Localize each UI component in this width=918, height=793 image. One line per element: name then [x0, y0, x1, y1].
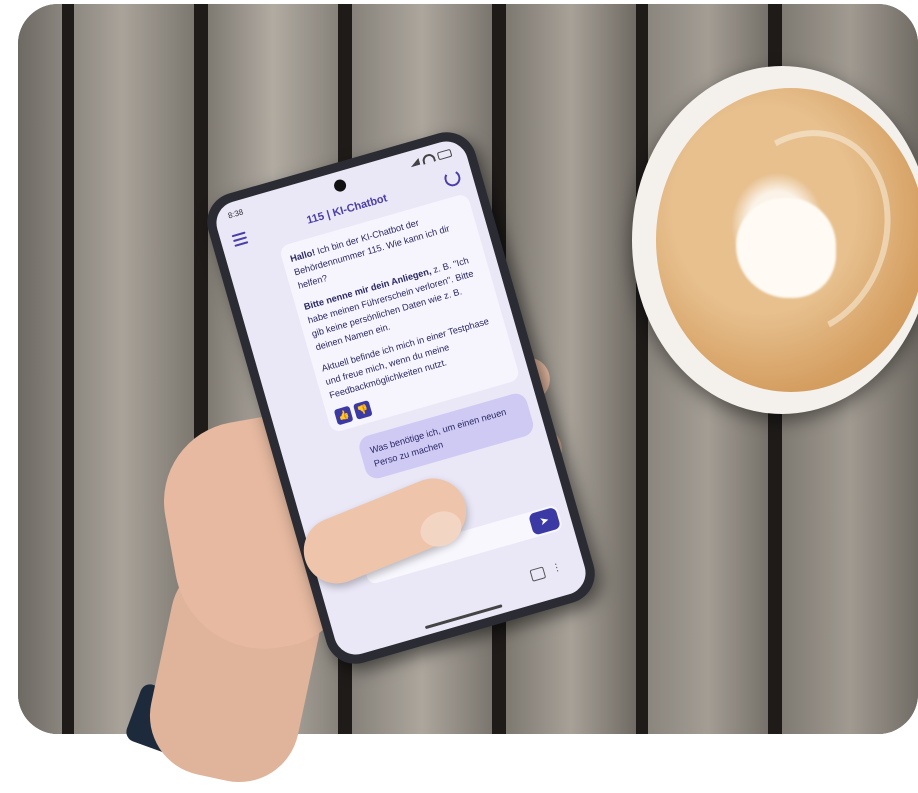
plank-gap [636, 4, 648, 734]
wood-plank [18, 4, 62, 734]
plank-gap [62, 4, 74, 734]
coffee-cup [632, 66, 918, 414]
tabs-icon[interactable] [529, 566, 547, 582]
latte [656, 88, 918, 392]
more-icon[interactable]: ⋮ [551, 561, 564, 574]
send-icon[interactable]: ➤ [528, 506, 562, 536]
thumbs-up-icon[interactable]: 👍 [333, 405, 354, 426]
refresh-icon[interactable] [442, 168, 463, 189]
status-time: 8:38 [226, 207, 245, 221]
thumbs-down-icon[interactable]: 👎 [352, 400, 373, 420]
signal-icon [409, 158, 421, 167]
latte-art [736, 198, 836, 298]
battery-icon [436, 148, 453, 160]
wifi-icon [421, 152, 437, 165]
menu-icon[interactable] [231, 231, 249, 247]
chat-thread: Hallo! Ich bin der KI-Chatbot der Behörd… [278, 192, 536, 487]
